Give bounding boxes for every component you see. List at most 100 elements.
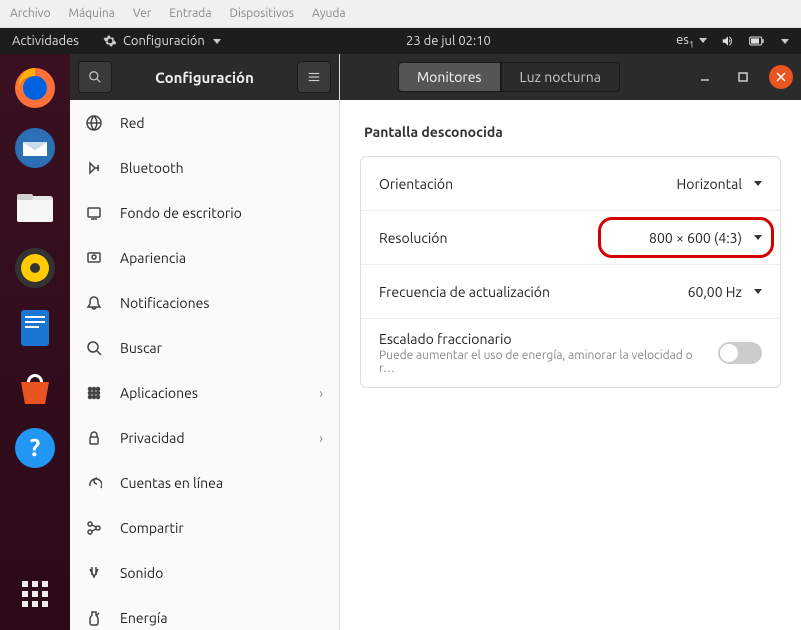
dock-thunderbird[interactable] xyxy=(9,122,61,174)
dock-rhythmbox[interactable] xyxy=(9,242,61,294)
sidebar-item-privacidad[interactable]: Privacidad › xyxy=(70,415,339,460)
sidebar-item-label: Energía xyxy=(120,610,168,626)
sidebar-icon xyxy=(86,250,102,266)
sidebar-item-label: Bluetooth xyxy=(120,160,184,176)
dock-firefox[interactable] xyxy=(9,62,61,114)
sidebar-item-label: Sonido xyxy=(120,565,163,581)
settings-content: Monitores Luz nocturna Pantalla desconoc… xyxy=(340,54,801,630)
tab-group: Monitores Luz nocturna xyxy=(398,62,620,92)
chevron-down-icon xyxy=(754,289,762,294)
vm-menu-item[interactable]: Entrada xyxy=(169,7,211,20)
keyboard-layout-indicator[interactable]: es1 xyxy=(676,33,707,50)
sidebar-item-red[interactable]: Red xyxy=(70,100,339,145)
sidebar-icon xyxy=(86,520,102,536)
sidebar-item-label: Cuentas en línea xyxy=(120,475,223,491)
sidebar-item-fondo-de-escritorio[interactable]: Fondo de escritorio xyxy=(70,190,339,235)
fractional-scaling-toggle[interactable] xyxy=(718,342,762,364)
sidebar-icon xyxy=(86,205,102,221)
resolution-value: 800 × 600 (4:3) xyxy=(649,230,742,246)
app-menu-label: Configuración xyxy=(123,34,205,48)
section-title: Pantalla desconocida xyxy=(364,124,781,140)
resolution-row[interactable]: Resolución 800 × 600 (4:3) xyxy=(361,211,780,265)
settings-window: Configuración Red Bluetooth Fondo de escri… xyxy=(70,54,801,630)
hamburger-button[interactable] xyxy=(297,61,331,93)
orientation-value: Horizontal xyxy=(677,176,742,192)
vm-menu-item[interactable]: Ver xyxy=(133,7,151,20)
resolution-label: Resolución xyxy=(379,230,447,246)
activities-button[interactable]: Actividades xyxy=(0,34,91,48)
sidebar-item-buscar[interactable]: Buscar xyxy=(70,325,339,370)
chevron-down-icon xyxy=(754,181,762,186)
sidebar-icon xyxy=(86,475,102,491)
dock-writer[interactable] xyxy=(9,302,61,354)
sidebar-item-cuentas-en-línea[interactable]: Cuentas en línea xyxy=(70,460,339,505)
settings-sidebar: Configuración Red Bluetooth Fondo de escri… xyxy=(70,54,340,630)
tab-monitors[interactable]: Monitores xyxy=(398,62,501,92)
fractional-scaling-row: Escalado fraccionario Puede aumentar el … xyxy=(361,319,780,387)
sidebar-item-label: Aplicaciones xyxy=(120,385,198,401)
sidebar-item-apariencia[interactable]: Apariencia xyxy=(70,235,339,280)
search-button[interactable] xyxy=(78,61,112,93)
dock: ? xyxy=(0,54,70,630)
sidebar-header: Configuración xyxy=(70,54,339,100)
sidebar-icon xyxy=(86,115,102,131)
tab-night-light[interactable]: Luz nocturna xyxy=(501,62,620,92)
sidebar-item-aplicaciones[interactable]: Aplicaciones › xyxy=(70,370,339,415)
vm-menu-item[interactable]: Máquina xyxy=(69,7,115,20)
sidebar-item-compartir[interactable]: Compartir xyxy=(70,505,339,550)
app-menu[interactable]: Configuración xyxy=(91,34,233,48)
orientation-row[interactable]: Orientación Horizontal xyxy=(361,157,780,211)
battery-icon xyxy=(749,34,765,48)
fractional-description: Puede aumentar el uso de energía, aminor… xyxy=(379,349,699,375)
volume-icon xyxy=(721,34,735,48)
sidebar-item-label: Notificaciones xyxy=(120,295,209,311)
vm-menu-item[interactable]: Dispositivos xyxy=(230,7,294,20)
sidebar-icon xyxy=(86,385,102,401)
sidebar-icon xyxy=(86,430,102,446)
sidebar-item-label: Privacidad xyxy=(120,430,185,446)
chevron-down-icon xyxy=(781,39,789,44)
clock[interactable]: 23 de jul 02:10 xyxy=(233,34,664,48)
sidebar-icon xyxy=(86,565,102,581)
dock-software[interactable] xyxy=(9,362,61,414)
content-header: Monitores Luz nocturna xyxy=(340,54,801,100)
menu-icon xyxy=(307,70,321,84)
maximize-button[interactable] xyxy=(731,65,755,89)
fractional-label: Escalado fraccionario xyxy=(379,331,699,347)
svg-text:?: ? xyxy=(30,434,41,461)
chevron-down-icon xyxy=(213,39,221,44)
search-icon xyxy=(88,70,102,84)
chevron-right-icon: › xyxy=(319,430,323,446)
sidebar-icon xyxy=(86,340,102,356)
sidebar-item-notificaciones[interactable]: Notificaciones xyxy=(70,280,339,325)
vm-menu-item[interactable]: Ayuda xyxy=(312,7,346,20)
sidebar-item-label: Fondo de escritorio xyxy=(120,205,242,221)
minimize-button[interactable] xyxy=(693,65,717,89)
dock-help[interactable]: ? xyxy=(9,422,61,474)
refresh-label: Frecuencia de actualización xyxy=(379,284,550,300)
chevron-down-icon xyxy=(754,235,762,240)
orientation-label: Orientación xyxy=(379,176,453,192)
sidebar-item-sonido[interactable]: Sonido xyxy=(70,550,339,595)
sidebar-icon xyxy=(86,160,102,176)
sidebar-item-bluetooth[interactable]: Bluetooth xyxy=(70,145,339,190)
refresh-value: 60,00 Hz xyxy=(688,284,742,300)
close-button[interactable] xyxy=(769,65,793,89)
vm-host-menubar: Archivo Máquina Ver Entrada Dispositivos… xyxy=(0,0,801,28)
sidebar-item-label: Buscar xyxy=(120,340,162,356)
dock-show-applications[interactable] xyxy=(9,568,61,620)
refresh-rate-row[interactable]: Frecuencia de actualización 60,00 Hz xyxy=(361,265,780,319)
sidebar-item-energía[interactable]: Energía xyxy=(70,595,339,630)
sidebar-icon xyxy=(86,295,102,311)
sidebar-icon xyxy=(86,610,102,626)
sidebar-item-label: Apariencia xyxy=(120,250,186,266)
gear-icon xyxy=(103,34,117,48)
chevron-right-icon: › xyxy=(319,385,323,401)
gnome-topbar: Actividades Configuración 23 de jul 02:1… xyxy=(0,28,801,54)
display-settings-group: Orientación Horizontal Resolución 800 × … xyxy=(360,156,781,388)
system-tray[interactable]: es1 xyxy=(664,33,801,50)
sidebar-title: Configuración xyxy=(120,69,289,86)
vm-menu-item[interactable]: Archivo xyxy=(10,7,51,20)
sidebar-item-label: Compartir xyxy=(120,520,184,536)
dock-files[interactable] xyxy=(9,182,61,234)
